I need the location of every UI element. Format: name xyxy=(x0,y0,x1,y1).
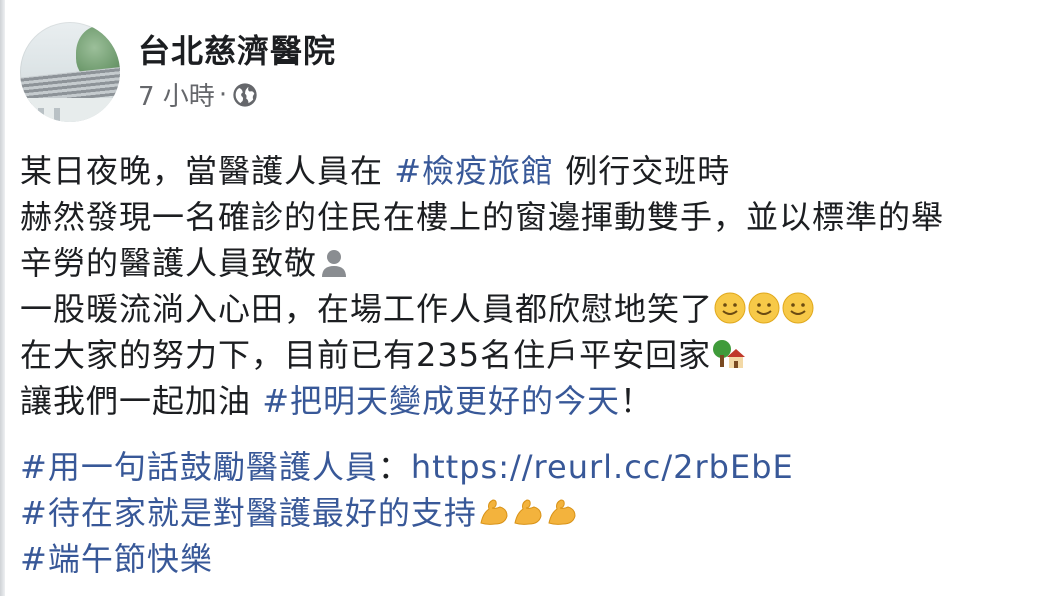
message-line-9: #端午節快樂 xyxy=(20,536,1060,582)
message-text: 一股暖流淌入心田，在場工作人員都欣慰地笑了 xyxy=(20,290,714,328)
bust-silhouette-emoji xyxy=(317,245,351,279)
reurl-link[interactable]: https://reurl.cc/2rbEbE xyxy=(411,448,794,486)
window-left-edge xyxy=(0,0,5,596)
message-line-5: 在大家的努力下，目前已有235名住戶平安回家 xyxy=(20,332,1060,378)
meta-separator: · xyxy=(218,79,228,110)
message-line-7: #用一句話鼓勵醫護人員：https://reurl.cc/2rbEbE xyxy=(20,444,1060,490)
message-text: ： xyxy=(377,448,411,486)
flexed-biceps-emoji xyxy=(511,495,545,529)
hashtag-stay-home[interactable]: #待在家就是對醫護最好的支持 xyxy=(20,494,477,532)
message-line-6: 讓我們一起加油 #把明天變成更好的今天！ xyxy=(20,378,1060,424)
avatar-window xyxy=(54,108,60,122)
message-line-4: 一股暖流淌入心田，在場工作人員都欣慰地笑了 xyxy=(20,286,1060,332)
flexed-biceps-emoji xyxy=(477,495,511,529)
hashtag-better-tomorrow[interactable]: #把明天變成更好的今天 xyxy=(262,382,620,420)
message-line-8: #待在家就是對醫護最好的支持 xyxy=(20,490,1060,536)
post-meta: 7 小時 · xyxy=(138,76,259,113)
avatar-window xyxy=(38,108,44,122)
globe-icon[interactable] xyxy=(231,81,259,109)
message-text: ！ xyxy=(620,382,654,420)
house-with-garden-emoji xyxy=(711,337,746,371)
slightly-smiling-face-emoji xyxy=(781,291,815,325)
hashtag-quarantine-hotel[interactable]: #檢疫旅館 xyxy=(394,152,554,190)
message-line-3: 辛勞的醫護人員致敬 xyxy=(20,240,1060,286)
message-text: 赫然發現一名確診的住民在樓上的窗邊揮動雙手，並以標準的舉 xyxy=(20,198,945,236)
hashtag-dragon-boat-festival[interactable]: #端午節快樂 xyxy=(20,540,213,578)
page-avatar[interactable] xyxy=(20,22,120,122)
message-text: 在大家的努力下，目前已有235名住戶平安回家 xyxy=(20,336,712,374)
hashtag-encourage-medical-staff[interactable]: #用一句話鼓勵醫護人員 xyxy=(20,448,378,486)
slightly-smiling-face-emoji xyxy=(747,291,781,325)
post-header: 台北慈濟醫院 7 小時 · xyxy=(20,20,620,124)
post-message: 某日夜晚，當醫護人員在 #檢疫旅館 例行交班時 赫然發現一名確診的住民在樓上的窗… xyxy=(20,148,1060,582)
post-timestamp[interactable]: 7 小時 xyxy=(138,76,215,113)
message-text: 例行交班時 xyxy=(554,152,731,190)
message-text: 讓我們一起加油 xyxy=(20,382,263,420)
message-line-2: 赫然發現一名確診的住民在樓上的窗邊揮動雙手，並以標準的舉 xyxy=(20,194,1060,240)
slightly-smiling-face-emoji xyxy=(713,291,747,325)
page-name-link[interactable]: 台北慈濟醫院 xyxy=(138,26,336,72)
message-text: 某日夜晚，當醫護人員在 xyxy=(20,152,395,190)
avatar-wall xyxy=(20,98,120,122)
flexed-biceps-emoji xyxy=(545,495,579,529)
message-text: 辛勞的醫護人員致敬 xyxy=(20,244,318,282)
message-line-1: 某日夜晚，當醫護人員在 #檢疫旅館 例行交班時 xyxy=(20,148,1060,194)
